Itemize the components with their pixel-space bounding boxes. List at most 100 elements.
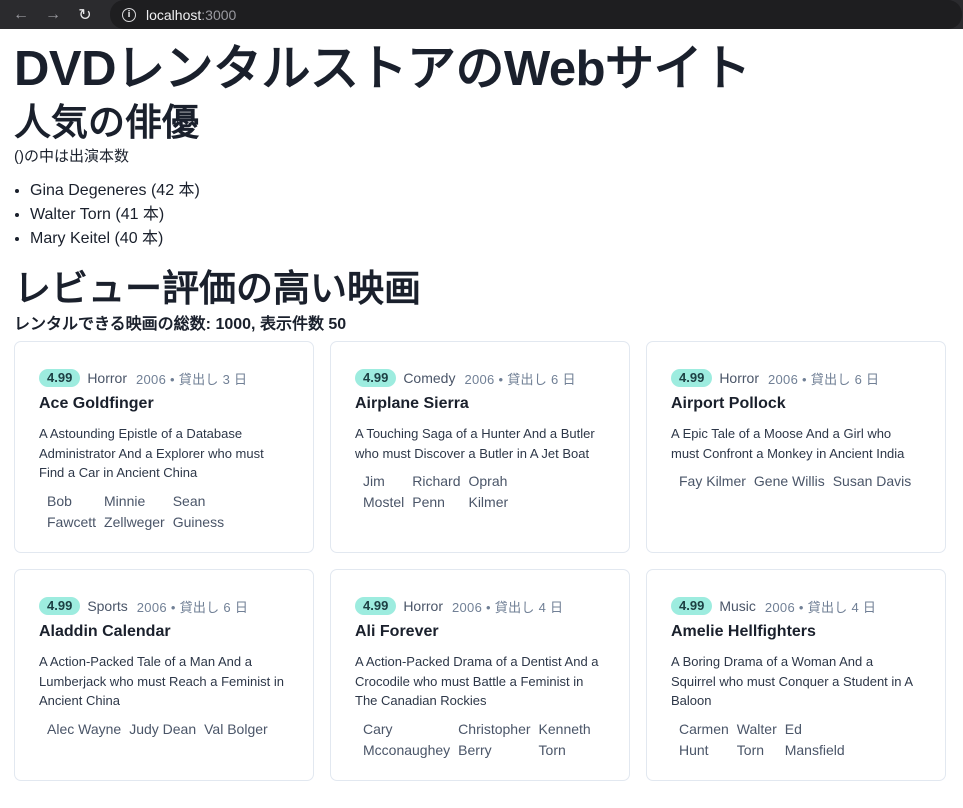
cast-member[interactable]: Richard Penn — [412, 471, 460, 513]
cast-member[interactable]: Walter Torn — [737, 719, 777, 761]
film-genre: Music — [719, 598, 756, 614]
film-meta: 4.99 Horror 2006 • 貸出し 3 日 — [39, 368, 289, 388]
url-host: localhost — [146, 6, 202, 23]
actor-list: Gina Degeneres (42 本) Walter Torn (41 本)… — [14, 179, 949, 251]
film-year-rental: 2006 • 貸出し 6 日 — [464, 371, 576, 387]
cast-member[interactable]: Gene Willis — [754, 471, 825, 492]
cast-name-line: Guiness — [172, 513, 225, 530]
info-icon[interactable]: i — [122, 7, 136, 22]
cast-name-line: Alec Wayne — [47, 720, 122, 737]
popular-actors-heading: 人気の俳優 — [14, 102, 199, 143]
film-card[interactable]: 4.99 Horror 2006 • 貸出し 4 日 Ali Forever A Act… — [330, 569, 630, 781]
cast-name-line: Fawcett — [47, 513, 97, 530]
film-title[interactable]: Airplane Sierra — [355, 393, 605, 415]
cast-member[interactable]: Judy Dean — [129, 719, 196, 740]
film-genre: Horror — [87, 370, 127, 386]
film-card[interactable]: 4.99 Sports 2006 • 貸出し 6 日 Aladdin Calendar… — [14, 569, 314, 781]
url-port: :3000 — [201, 6, 237, 23]
cast-name-line: Cary — [363, 720, 393, 737]
cast-member[interactable]: Kenneth Torn — [539, 719, 591, 761]
site-title: DVDレンタルストアのWebサイト — [14, 42, 751, 96]
cast-name-line: Susan Davis — [832, 473, 912, 489]
rating-badge: 4.99 — [355, 597, 397, 615]
cast-name-line: Berry — [458, 741, 492, 758]
cast-name-line: Val Bolger — [204, 720, 268, 737]
cast-member[interactable]: Oprah Kilmer — [468, 471, 508, 513]
film-card[interactable]: 4.99 Horror 2006 • 貸出し 6 日 Airport Pollock A… — [646, 341, 946, 553]
film-title[interactable]: Airport Pollock — [671, 393, 921, 415]
cast-member[interactable]: Bob Fawcett — [47, 491, 96, 533]
cast-member[interactable]: Fay Kilmer — [679, 471, 746, 492]
cast-name-line: Penn — [412, 494, 445, 510]
cast-name-line: Sean — [172, 492, 206, 509]
cast-name-line: Carmen — [679, 720, 729, 737]
film-description: A Action-Packed Tale of a Man And a Lumb… — [39, 654, 284, 708]
cast-name-line: Kenneth — [538, 720, 591, 737]
cast-name-line: Walter — [736, 720, 777, 737]
cast-name-line: Hunt — [679, 741, 709, 758]
cast-name-line: Richard — [412, 473, 461, 489]
actor-list-item: Walter Torn (41 本) — [30, 203, 949, 227]
film-description: A Astounding Epistle of a Database Admin… — [39, 426, 264, 480]
cast-member[interactable]: Christopher Berry — [458, 719, 530, 761]
actor-list-item: Gina Degeneres (42 本) — [30, 179, 949, 203]
film-title[interactable]: Ace Goldfinger — [39, 393, 289, 415]
cast-list: Cary Mcconaughey Christopher Berry Kenneth To… — [355, 719, 605, 761]
cast-name-line: Judy Dean — [129, 720, 197, 737]
cast-name-line: Kilmer — [468, 494, 509, 510]
rating-badge: 4.99 — [39, 597, 81, 615]
film-meta: 4.99 Horror 2006 • 貸出し 4 日 — [355, 596, 605, 616]
film-description: A Touching Saga of a Hunter And a Butler… — [355, 426, 595, 461]
film-title[interactable]: Amelie Hellfighters — [671, 621, 921, 643]
film-grid: 4.99 Horror 2006 • 貸出し 3 日 Ace Goldfinger A … — [14, 341, 949, 781]
rating-badge: 4.99 — [39, 369, 81, 387]
cast-member[interactable]: Susan Davis — [833, 471, 912, 492]
film-card[interactable]: 4.99 Horror 2006 • 貸出し 3 日 Ace Goldfinger A … — [14, 341, 314, 553]
cast-name-line: Zellweger — [104, 513, 165, 530]
cast-name-line: Christopher — [458, 720, 531, 737]
rating-badge: 4.99 — [355, 369, 397, 387]
top-rated-films-heading: レビュー評価の高い映画 — [14, 268, 421, 309]
cast-list: Alec Wayne Judy Dean Val Bolger — [39, 719, 289, 740]
film-year-rental: 2006 • 貸出し 4 日 — [451, 599, 564, 615]
cast-name-line: Oprah — [468, 473, 508, 489]
cast-name-line: Mostel — [363, 494, 405, 510]
cast-list: Fay Kilmer Gene Willis Susan Davis — [671, 471, 921, 492]
cast-list: Bob Fawcett Minnie Zellweger Sean Guiness — [39, 491, 289, 533]
cast-member[interactable]: Ed Mansfield — [785, 719, 845, 761]
cast-member[interactable]: Carmen Hunt — [679, 719, 729, 761]
film-year-rental: 2006 • 貸出し 6 日 — [136, 599, 249, 615]
cast-list: Carmen Hunt Walter Torn Ed Mansfield — [671, 719, 921, 761]
film-year-rental: 2006 • 貸出し 4 日 — [764, 599, 877, 615]
rating-badge: 4.99 — [671, 369, 713, 387]
film-description: A Action-Packed Drama of a Dentist And a… — [355, 654, 599, 708]
film-genre: Horror — [403, 598, 443, 614]
cast-member[interactable]: Minnie Zellweger — [104, 491, 165, 533]
cast-name-line: Jim — [363, 473, 385, 489]
film-genre: Comedy — [403, 370, 456, 386]
back-arrow-icon[interactable]: ← — [10, 4, 32, 26]
film-year-rental: 2006 • 貸出し 3 日 — [135, 371, 248, 387]
cast-name-line: Mcconaughey — [363, 741, 451, 758]
cast-member[interactable]: Sean Guiness — [173, 491, 224, 533]
forward-arrow-icon[interactable]: → — [42, 4, 64, 26]
cast-member[interactable]: Jim Mostel — [363, 471, 404, 513]
films-summary: レンタルできる映画の総数: 1000, 表示件数 50 — [14, 316, 347, 333]
address-bar[interactable]: i localhost:3000 — [110, 0, 962, 29]
rating-badge: 4.99 — [671, 597, 713, 615]
film-meta: 4.99 Horror 2006 • 貸出し 6 日 — [671, 368, 921, 388]
film-title[interactable]: Ali Forever — [355, 621, 605, 643]
film-title[interactable]: Aladdin Calendar — [39, 621, 289, 643]
cast-name-line: Mansfield — [784, 741, 845, 758]
cast-name-line: Torn — [736, 741, 765, 758]
film-card[interactable]: 4.99 Comedy 2006 • 貸出し 6 日 Airplane Sierra A… — [330, 341, 630, 553]
film-meta: 4.99 Music 2006 • 貸出し 4 日 — [671, 596, 921, 616]
cast-member[interactable]: Alec Wayne — [47, 719, 121, 740]
film-year-rental: 2006 • 貸出し 6 日 — [767, 371, 880, 387]
film-card[interactable]: 4.99 Music 2006 • 貸出し 4 日 Amelie Hellfighte… — [646, 569, 946, 781]
reload-icon[interactable]: ↻ — [74, 4, 96, 26]
cast-member[interactable]: Cary Mcconaughey — [363, 719, 450, 761]
cast-list: Jim Mostel Richard Penn Oprah Kilmer — [355, 471, 605, 513]
cast-member[interactable]: Val Bolger — [204, 719, 268, 740]
cast-name-line: Ed — [784, 720, 802, 737]
